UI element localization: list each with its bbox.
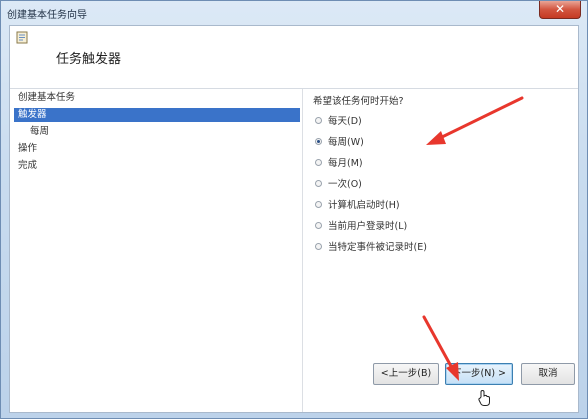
start-prompt: 希望该任务何时开始?: [313, 96, 404, 107]
close-icon: ✕: [554, 2, 566, 16]
radio-at-logon[interactable]: 当前用户登录时(L): [315, 218, 407, 232]
radio-monthly-label: 每月(M): [328, 158, 363, 169]
wizard-window: 创建基本任务向导 ✕ 任务触发器 创建基本任务 触发器 每周 操作 完成 希望该…: [0, 0, 588, 419]
back-button[interactable]: <上一步(B): [373, 363, 439, 385]
title-bar[interactable]: 创建基本任务向导 ✕: [1, 1, 587, 23]
nav-item-action[interactable]: 操作: [18, 142, 37, 156]
nav-item-trigger[interactable]: 触发器: [14, 108, 300, 122]
cancel-button[interactable]: 取消: [521, 363, 575, 385]
radio-at-startup[interactable]: 计算机启动时(H): [315, 197, 400, 211]
radio-daily[interactable]: 每天(D): [315, 113, 362, 127]
wizard-client-area: 任务触发器 创建基本任务 触发器 每周 操作 完成 希望该任务何时开始? 每天(…: [9, 25, 579, 413]
radio-on-event-indicator[interactable]: [315, 242, 322, 250]
radio-once-indicator[interactable]: [315, 179, 322, 187]
radio-weekly[interactable]: 每周(W): [315, 134, 364, 148]
radio-weekly-label: 每周(W): [328, 137, 364, 148]
radio-on-event-label: 当特定事件被记录时(E): [328, 242, 427, 253]
radio-once-label: 一次(O): [328, 179, 362, 190]
wizard-header: 任务触发器: [10, 26, 578, 88]
wizard-steps-nav: 创建基本任务 触发器 每周 操作 完成: [10, 89, 303, 412]
close-button[interactable]: ✕: [539, 1, 581, 19]
page-title: 任务触发器: [56, 52, 122, 67]
radio-weekly-indicator[interactable]: [315, 137, 322, 145]
nav-item-create-basic-task[interactable]: 创建基本任务: [18, 91, 75, 105]
radio-at-startup-label: 计算机启动时(H): [328, 200, 400, 211]
next-button[interactable]: 下一步(N) >: [445, 363, 513, 385]
radio-at-startup-indicator[interactable]: [315, 200, 322, 208]
radio-daily-indicator[interactable]: [315, 116, 322, 124]
nav-item-finish[interactable]: 完成: [18, 159, 37, 173]
radio-monthly[interactable]: 每月(M): [315, 155, 363, 169]
radio-monthly-indicator[interactable]: [315, 158, 322, 166]
radio-daily-label: 每天(D): [328, 116, 362, 127]
mouse-pointer-icon: [478, 389, 490, 406]
radio-on-event[interactable]: 当特定事件被记录时(E): [315, 239, 427, 253]
nav-item-weekly[interactable]: 每周: [30, 125, 49, 139]
radio-once[interactable]: 一次(O): [315, 176, 362, 190]
radio-at-logon-label: 当前用户登录时(L): [328, 221, 408, 232]
radio-at-logon-indicator[interactable]: [315, 221, 322, 229]
window-title: 创建基本任务向导: [7, 10, 87, 21]
task-wizard-icon: [16, 31, 28, 44]
